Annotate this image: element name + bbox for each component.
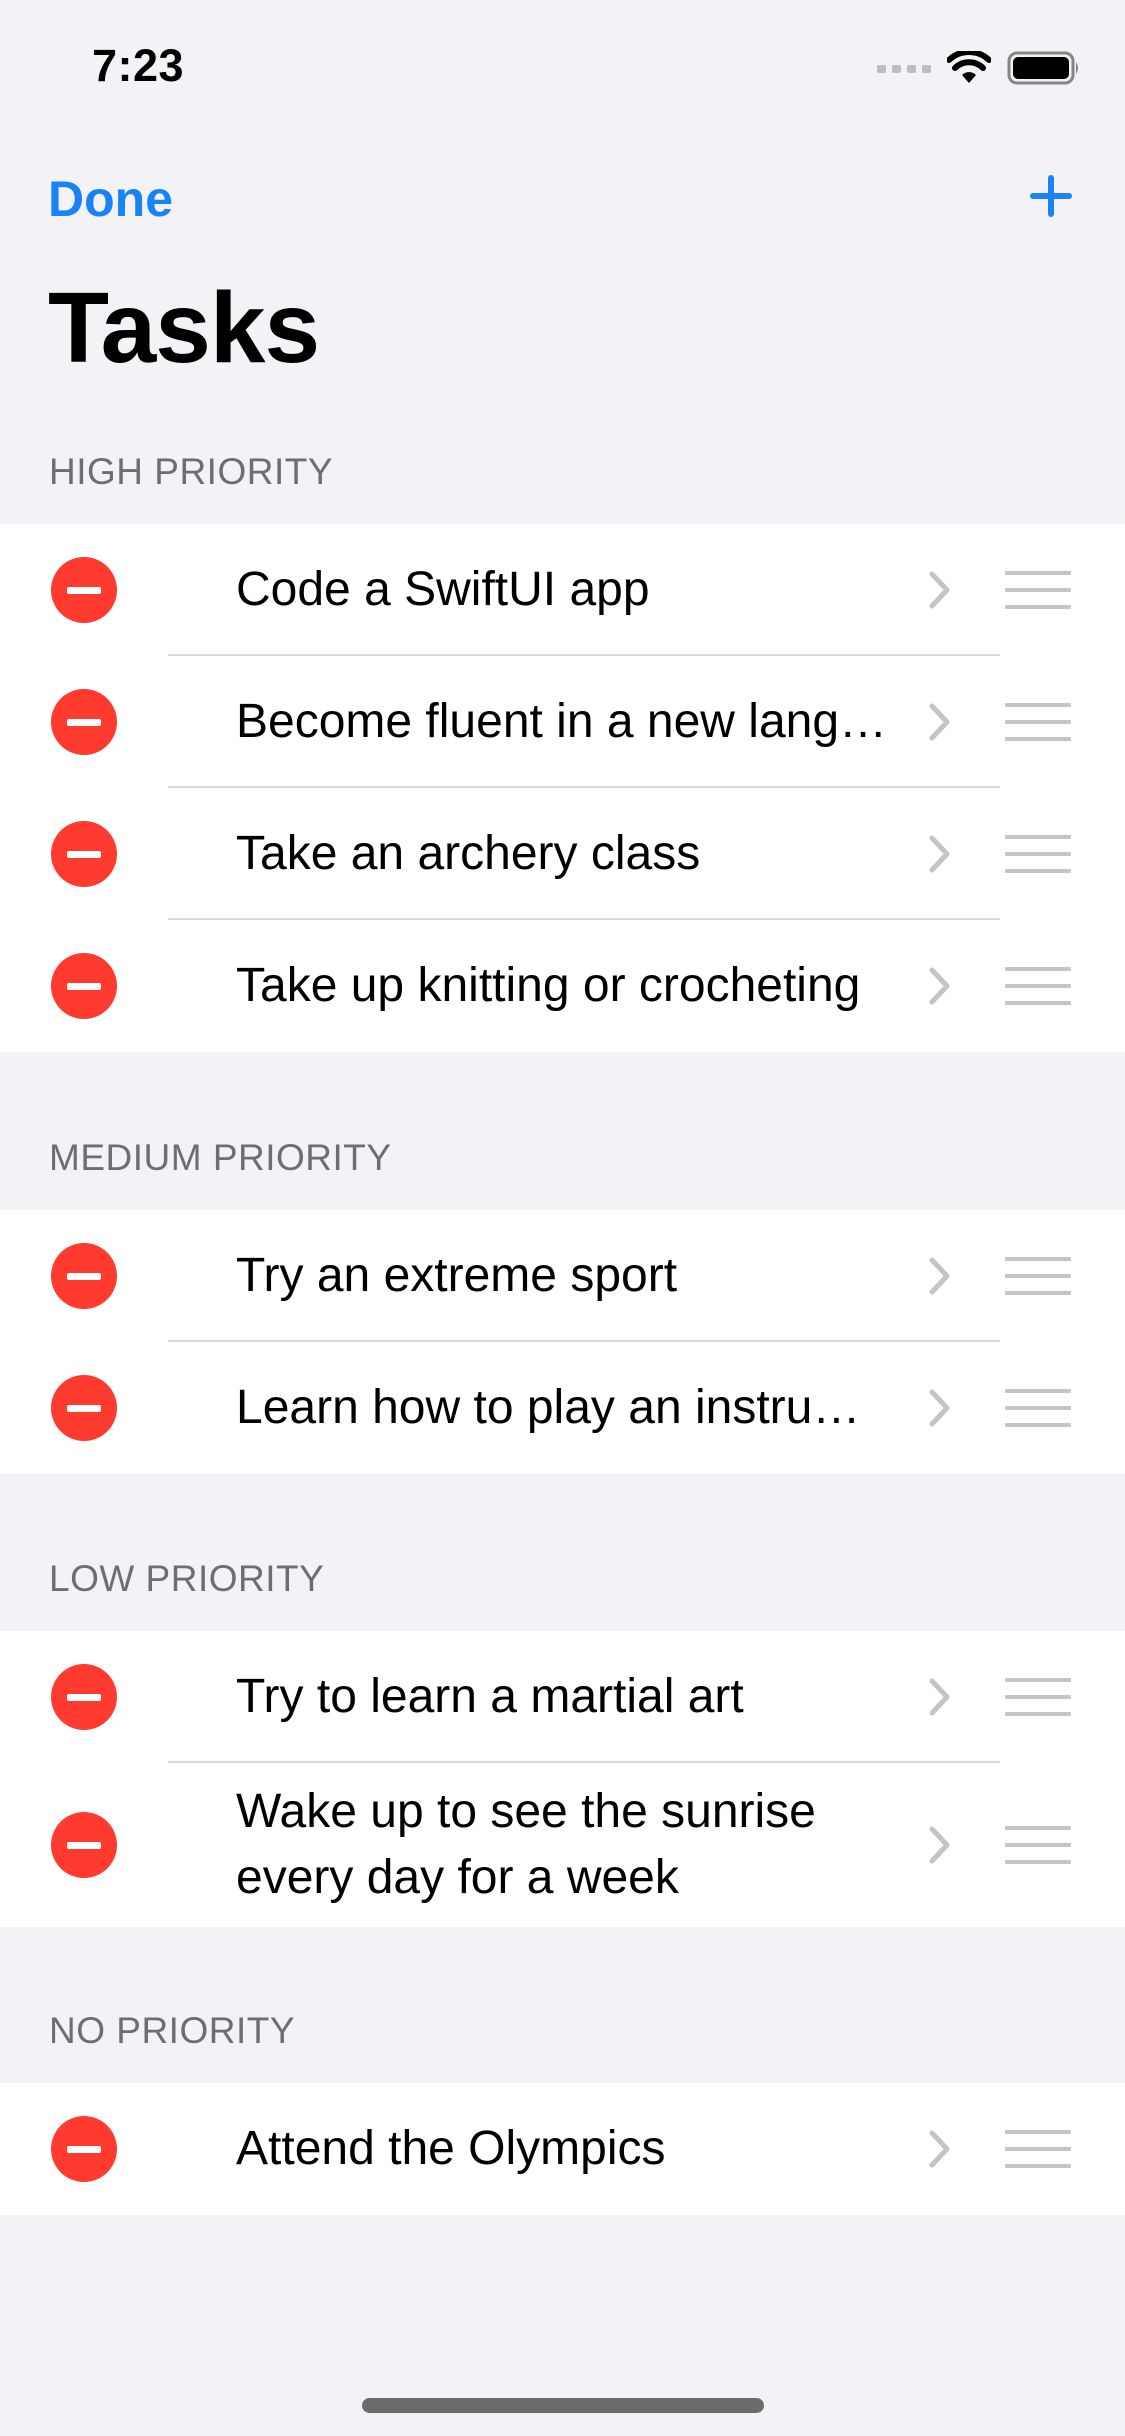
minus-icon — [67, 1841, 101, 1849]
reorder-handle-icon[interactable] — [1005, 703, 1071, 741]
list-item[interactable]: Try an extreme sport — [0, 1210, 1125, 1342]
minus-icon — [67, 1693, 101, 1701]
list-item[interactable]: Learn how to play an instrument — [0, 1342, 1125, 1474]
cellular-signal-icon — [877, 61, 931, 80]
reorder-handle-icon[interactable] — [1005, 2130, 1071, 2168]
delete-button[interactable] — [51, 1812, 117, 1878]
section-header-medium: MEDIUM PRIORITY — [49, 1137, 392, 1178]
home-indicator[interactable] — [362, 2398, 764, 2413]
chevron-right-icon[interactable] — [928, 966, 952, 1006]
list-item[interactable]: Code a SwiftUI app — [0, 524, 1125, 656]
status-bar: 7:23 — [0, 0, 1125, 132]
page-title: Tasks — [48, 272, 320, 384]
task-label: Try an extreme sport — [236, 1249, 678, 1302]
wifi-icon — [946, 48, 992, 90]
battery-icon — [1007, 50, 1081, 91]
chevron-right-icon[interactable] — [928, 2129, 952, 2169]
reorder-handle-icon[interactable] — [1005, 835, 1071, 873]
section-low-priority: Try to learn a martial art Wake up to se… — [0, 1631, 1125, 1927]
delete-button[interactable] — [51, 953, 117, 1019]
minus-icon — [67, 1272, 101, 1280]
add-button[interactable] — [1021, 168, 1081, 228]
chevron-right-icon[interactable] — [928, 834, 952, 874]
task-label: Become fluent in a new language — [236, 695, 896, 748]
delete-button[interactable] — [51, 689, 117, 755]
list-item[interactable]: Take an archery class — [0, 788, 1125, 920]
reorder-handle-icon[interactable] — [1005, 1389, 1071, 1427]
plus-icon — [1028, 173, 1074, 224]
list-item[interactable]: Become fluent in a new language — [0, 656, 1125, 788]
section-header-high: HIGH PRIORITY — [49, 451, 334, 492]
task-label: Code a SwiftUI app — [236, 563, 650, 616]
chevron-right-icon[interactable] — [928, 1677, 952, 1717]
minus-icon — [67, 2145, 101, 2153]
chevron-right-icon[interactable] — [928, 702, 952, 742]
minus-icon — [67, 1404, 101, 1412]
chevron-right-icon[interactable] — [928, 1388, 952, 1428]
delete-button[interactable] — [51, 821, 117, 887]
list-item[interactable]: Attend the Olympics — [0, 2083, 1125, 2215]
list-item[interactable]: Wake up to see the sunrise every day for… — [0, 1763, 1125, 1927]
minus-icon — [67, 982, 101, 990]
status-time: 7:23 — [92, 40, 185, 91]
task-label: Take an archery class — [236, 827, 701, 880]
done-button[interactable]: Done — [48, 170, 173, 228]
delete-button[interactable] — [51, 557, 117, 623]
minus-icon — [67, 850, 101, 858]
list-item[interactable]: Try to learn a martial art — [0, 1631, 1125, 1763]
chevron-right-icon[interactable] — [928, 1825, 952, 1865]
delete-button[interactable] — [51, 2116, 117, 2182]
minus-icon — [67, 586, 101, 594]
section-header-none: NO PRIORITY — [49, 2010, 296, 2051]
task-label: Try to learn a martial art — [236, 1670, 744, 1723]
task-label: Attend the Olympics — [236, 2122, 666, 2175]
reorder-handle-icon[interactable] — [1005, 1826, 1071, 1864]
chevron-right-icon[interactable] — [928, 570, 952, 610]
reorder-handle-icon[interactable] — [1005, 571, 1071, 609]
delete-button[interactable] — [51, 1243, 117, 1309]
reorder-handle-icon[interactable] — [1005, 967, 1071, 1005]
list-item[interactable]: Take up knitting or crocheting — [0, 920, 1125, 1052]
task-label: Take up knitting or crocheting — [236, 959, 861, 1012]
section-no-priority: Attend the Olympics — [0, 2083, 1125, 2215]
section-header-low: LOW PRIORITY — [49, 1558, 325, 1599]
reorder-handle-icon[interactable] — [1005, 1257, 1071, 1295]
minus-icon — [67, 718, 101, 726]
delete-button[interactable] — [51, 1664, 117, 1730]
chevron-right-icon[interactable] — [928, 1256, 952, 1296]
task-label: Learn how to play an instrument — [236, 1381, 896, 1434]
delete-button[interactable] — [51, 1375, 117, 1441]
task-label: Wake up to see the sunrise every day for… — [236, 1785, 816, 1904]
section-medium-priority: Try an extreme sport Learn how to play a… — [0, 1210, 1125, 1474]
reorder-handle-icon[interactable] — [1005, 1678, 1071, 1716]
section-high-priority: Code a SwiftUI app Become fluent in a ne… — [0, 524, 1125, 1052]
status-icons — [877, 48, 1081, 91]
